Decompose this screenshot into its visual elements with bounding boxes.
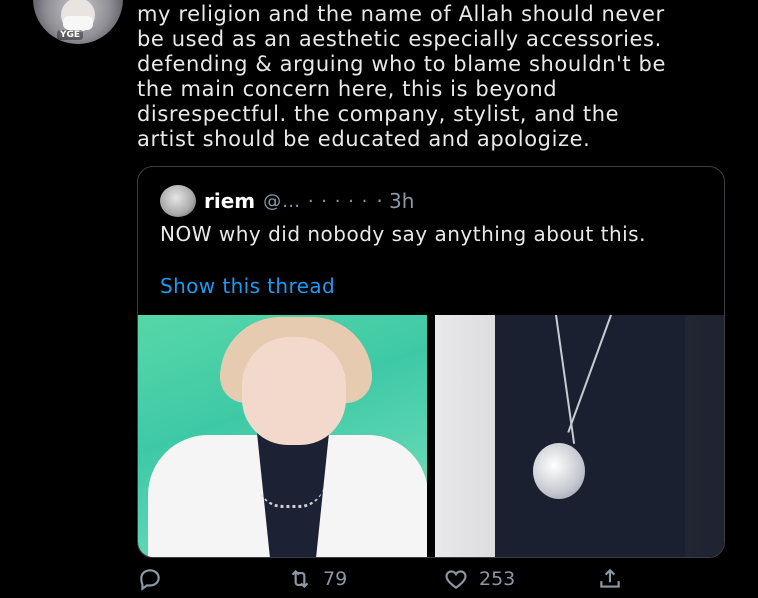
reply-icon [140,569,160,591]
like-button[interactable]: 253 [443,566,515,592]
avatar-mask [63,16,93,30]
retweet-count: 79 [323,568,348,590]
tweet-actions: 79 253 [137,566,637,596]
share-button[interactable] [597,566,623,592]
retweet-button[interactable]: 79 [287,566,347,592]
show-thread-link[interactable]: Show this thread [160,274,335,298]
quoted-media [138,315,724,557]
quoted-user-name[interactable]: riem [204,189,255,213]
quoted-tweet-time: · 3h [376,189,415,213]
necklace-pendant [533,443,585,499]
quoted-tweet[interactable]: riem @… · · · · · · 3h NOW why did nobod… [137,166,725,558]
tweet-text: my religion and the name of Allah should… [137,2,666,151]
quoted-user-handle: @… · · · · · [263,190,369,212]
reply-button[interactable] [137,566,173,592]
heart-icon [445,570,467,589]
photo-face [242,337,346,445]
retweet-icon [291,569,309,589]
author-avatar[interactable]: YGE [33,0,123,44]
avatar-badge: YGE [57,30,84,40]
like-count: 253 [479,568,516,590]
share-icon [600,568,620,588]
quoted-user-avatar[interactable] [160,185,196,217]
photo-necklace-closeup[interactable] [435,315,724,557]
quoted-tweet-header: riem @… · · · · · · 3h [160,185,414,217]
photo-portrait[interactable] [138,315,427,557]
photo-dark-shirt [495,315,685,557]
quoted-tweet-text: NOW why did nobody say anything about th… [160,222,646,246]
